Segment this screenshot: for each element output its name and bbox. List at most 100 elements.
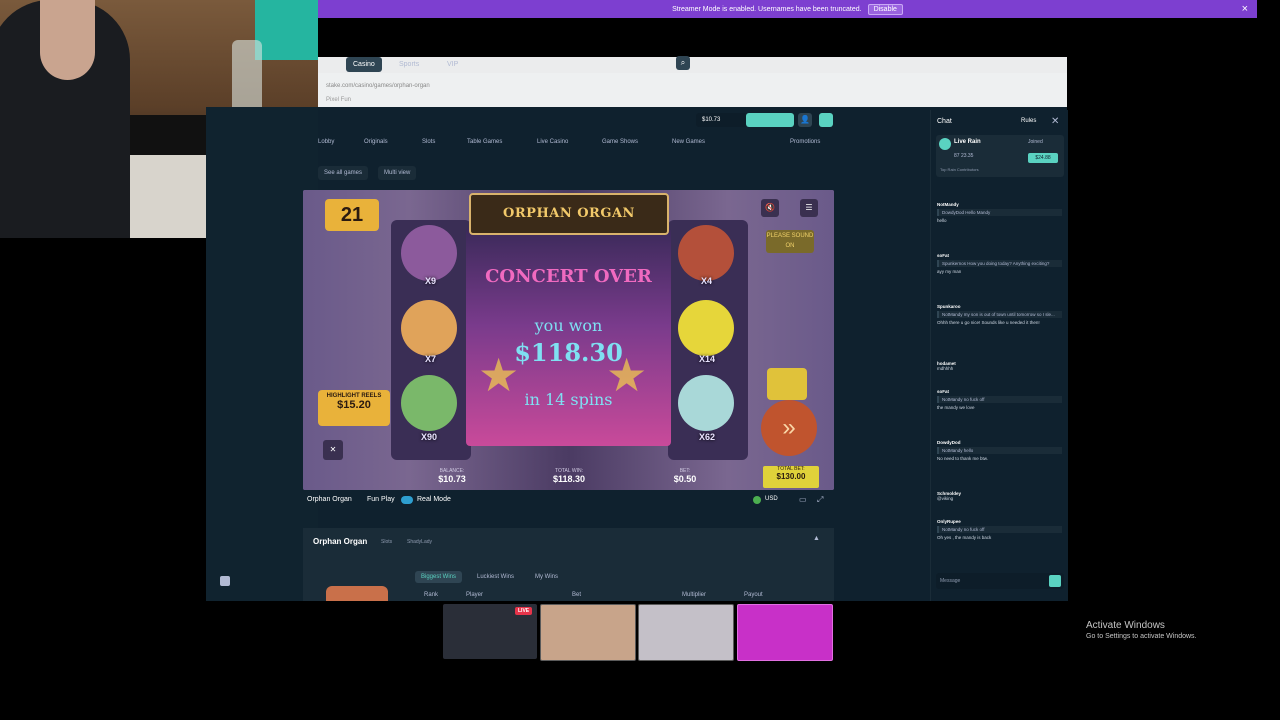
chat-text: Ohhh there u go nice! Sounds like u need… (937, 320, 1040, 325)
thumbnail-llama[interactable] (737, 604, 833, 661)
column-payout: Payout (744, 592, 763, 598)
info-tag-slots: Slots (381, 539, 393, 545)
search-icon[interactable]: ⌕ (676, 56, 690, 70)
send-icon[interactable] (1049, 575, 1061, 587)
collapse-chevron-icon[interactable]: ▲ (813, 535, 820, 542)
multiplier-left-2: X7 (425, 354, 437, 364)
tab-biggest-wins[interactable]: Biggest Wins (415, 571, 463, 583)
tab-sports[interactable]: Sports (392, 57, 426, 72)
chat-username[interactable]: soFat (937, 389, 1062, 394)
autoplay-icon[interactable]: ✕ (323, 440, 343, 460)
chat-input[interactable]: Message (936, 573, 1064, 589)
info-tag-provider[interactable]: ShadyLady (407, 539, 432, 545)
theatre-icon[interactable]: ▭ (799, 495, 807, 504)
thumbnail-doll[interactable] (540, 604, 636, 661)
tab-luckiest-wins[interactable]: Luckiest Wins (471, 571, 520, 583)
subnav-live-casino[interactable]: Live Casino (537, 139, 568, 145)
browser-address-bar[interactable]: stake.com/casino/games/orphan-organ Pixe… (318, 73, 1067, 107)
rain-icon (939, 138, 951, 150)
fullscreen-icon[interactable]: ⤢ (817, 495, 823, 505)
balance-box: BALANCE: $10.73 (437, 468, 467, 484)
chat-message: soFat Spunkernos How you doing today? An… (937, 253, 1062, 274)
multiplier-left-3: X90 (421, 432, 438, 442)
info-title: Orphan Organ (313, 537, 368, 546)
subnav-promotions[interactable]: Promotions (790, 139, 820, 145)
buy-bonus-badge[interactable] (767, 368, 807, 400)
column-rank: Rank (424, 592, 439, 598)
tab-vip[interactable]: VIP (440, 57, 465, 72)
subnav-game-shows[interactable]: Game Shows (602, 139, 638, 145)
tab-casino[interactable]: Casino (346, 57, 382, 72)
spin-button[interactable]: » (761, 400, 817, 456)
disable-streamer-mode-button[interactable]: Disable (867, 3, 903, 15)
user-icon[interactable]: 👤 (798, 113, 812, 127)
subnav-table-games[interactable]: Table Games (467, 139, 502, 145)
chat-quote: DowdyDod Hello Mandy (937, 209, 1062, 216)
chat-quote: NotMandy no fuck off (937, 396, 1062, 403)
bet-box: BET: $0.50 (671, 468, 699, 484)
fun-play-label[interactable]: Fun Play (367, 496, 395, 503)
chat-username[interactable]: DowdyDod (937, 440, 1062, 445)
chat-title: Chat (937, 118, 952, 125)
close-banner-icon[interactable]: × (1242, 3, 1248, 15)
menu-icon[interactable]: ☰ (800, 199, 818, 217)
concert-over-text: CONCERT OVER (485, 266, 652, 287)
game-title-plaque: ORPHAN ORGAN (469, 193, 669, 235)
wallet-button[interactable] (746, 113, 794, 127)
background-monitor (255, 0, 318, 60)
chat-text: No need to thank me btw. (937, 456, 989, 461)
game-bar: Orphan Organ Fun Play Real Mode USD ▭ ⤢ (303, 490, 834, 510)
chat-message: DowdyDod NotMandy hello No need to thank… (937, 440, 1062, 461)
mute-icon[interactable]: 🔇 (761, 199, 779, 217)
url-text[interactable]: stake.com/casino/games/orphan-organ (326, 83, 430, 89)
notification-icon[interactable] (819, 113, 833, 127)
live-rain-card[interactable]: Live Rain Joined 87 23.35 $24.88 Top Rai… (936, 135, 1064, 177)
see-all-games-button[interactable]: See all games (318, 166, 369, 180)
slot-game[interactable]: X9 X7 X90 X4 X14 X62 ★ ★ CONCERT OVER yo… (303, 190, 834, 490)
chat-username[interactable]: NotMandy (937, 202, 1062, 207)
activate-subtitle: Go to Settings to activate Windows. (1086, 633, 1197, 640)
spin-counter: 21 (325, 199, 379, 231)
subnav-originals[interactable]: Originals (364, 139, 388, 145)
chat-message: OnlyRupee NotMandy no fuck off Oh yes , … (937, 519, 1062, 540)
chat-quote: Spunkernos How you doing today? Anything… (937, 260, 1062, 267)
sound-on-badge: PLEASE SOUND ON (766, 230, 814, 253)
chat-username[interactable]: Spunkaroo (937, 304, 1062, 309)
spins-text: in 14 spins (524, 390, 613, 409)
chat-message: Schmoldey @viking (937, 491, 1062, 501)
rain-joined-label: Joined (1028, 139, 1043, 145)
thumbnail-creature[interactable] (638, 604, 734, 661)
bookmark-1[interactable]: Pixel Fun (326, 97, 351, 103)
tab-my-wins[interactable]: My Wins (529, 571, 564, 583)
multi-view-button[interactable]: Multi view (378, 166, 417, 180)
creature-teal (678, 375, 734, 431)
close-chat-icon[interactable]: ✕ (1051, 116, 1059, 127)
total-win-value: $118.30 (552, 474, 586, 484)
site-navbar (318, 107, 930, 133)
total-bet-box: TOTAL BET: $130.00 (763, 466, 819, 488)
chat-message: NotMandy DowdyDod Hello Mandy hello (937, 202, 1062, 223)
chat-text: the mandy we love (937, 405, 975, 410)
game-name: Orphan Organ (307, 496, 352, 503)
mode-toggle[interactable] (401, 496, 413, 504)
highlight-reels-badge[interactable]: HIGHLIGHT REELS $15.20 (318, 390, 390, 426)
balance-display[interactable]: $10.73 (696, 113, 747, 127)
creature-red (678, 225, 734, 281)
chat-bubble-icon[interactable] (220, 576, 230, 586)
real-mode-label[interactable]: Real Mode (417, 496, 451, 503)
currency-select[interactable]: USD (765, 496, 778, 502)
subnav-lobby[interactable]: Lobby (318, 139, 334, 145)
chat-username[interactable]: soFat (937, 253, 1062, 258)
streamer-mode-banner: Streamer Mode is enabled. Usernames have… (318, 0, 1257, 18)
total-bet-value: $130.00 (776, 472, 806, 481)
chat-username[interactable]: OnlyRupee (937, 519, 1062, 524)
streamer-face (40, 0, 95, 80)
chat-message: hodamet mdhhhh (937, 361, 1062, 371)
chat-quote: NotMandy my son is out of town until tom… (937, 311, 1062, 318)
creature-purple (401, 225, 457, 281)
rain-contributors[interactable]: Top Rain Contributors (940, 167, 979, 172)
rules-button[interactable]: Rules (1021, 118, 1036, 124)
chat-text: ayy my man (937, 269, 962, 274)
subnav-new-games[interactable]: New Games (672, 139, 705, 145)
subnav-slots[interactable]: Slots (422, 139, 435, 145)
